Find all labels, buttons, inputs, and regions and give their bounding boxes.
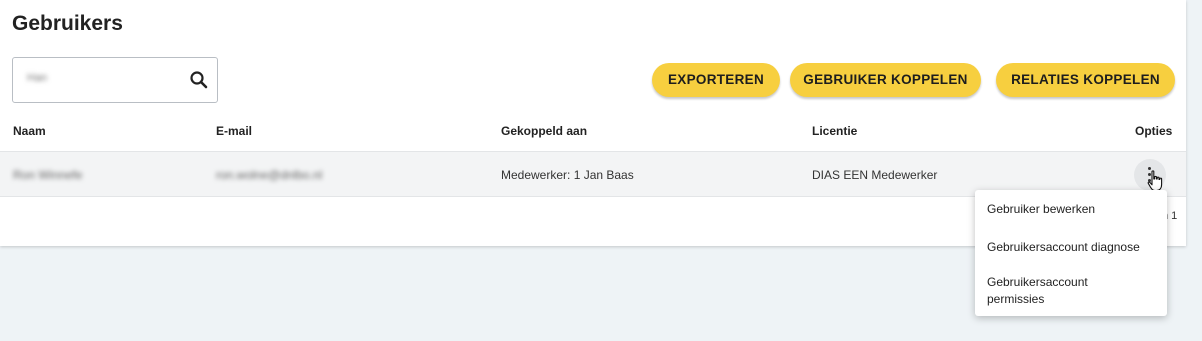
row-options-menu: Gebruiker bewerken Gebruikersaccount dia… [975,190,1167,316]
export-button[interactable]: EXPORTEREN [652,63,780,97]
cell-naam: Ron Winnefe [13,168,83,182]
page-title: Gebruikers [12,12,123,35]
column-header-naam[interactable]: Naam [13,124,46,138]
column-header-gekoppeld[interactable]: Gekoppeld aan [501,124,587,138]
cell-email: ron.wolne@dnlbo.nl [216,168,323,182]
menu-item-account-permissions[interactable]: Gebruikersaccount permissies [987,274,1137,308]
link-user-button[interactable]: GEBRUIKER KOPPELEN [790,63,981,97]
search-input[interactable]: Han [12,57,218,103]
search-icon[interactable] [189,70,209,90]
link-relations-button[interactable]: RELATIES KOPPELEN [996,63,1175,97]
column-header-licentie[interactable]: Licentie [812,124,857,138]
column-header-opties: Opties [1135,124,1173,138]
menu-item-account-diagnose[interactable]: Gebruikersaccount diagnose [987,239,1140,256]
search-value: Han [27,72,48,84]
cell-gekoppeld: Medewerker: 1 Jan Baas [501,168,634,182]
cell-licentie: DIAS EEN Medewerker [812,168,938,182]
column-header-email[interactable]: E-mail [216,124,252,138]
hand-pointer-icon [1147,170,1163,192]
menu-item-edit-user[interactable]: Gebruiker bewerken [987,201,1095,218]
